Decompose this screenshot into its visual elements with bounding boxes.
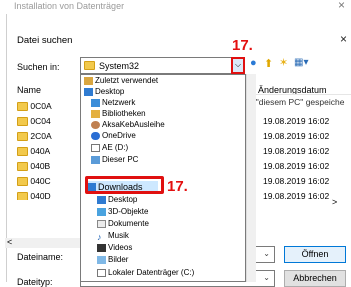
folder-icon xyxy=(17,132,28,142)
dropdown-item-music[interactable]: ♪ Musik xyxy=(97,231,129,242)
file-date: 19.08.2019 16:02 xyxy=(263,191,330,200)
file-row[interactable]: 2C0A xyxy=(17,131,52,142)
folder-icon xyxy=(17,102,28,112)
file-row[interactable]: 0C0A xyxy=(17,101,52,112)
dropdown-item-desktop-2[interactable]: Desktop xyxy=(97,195,137,205)
dropdown-item-drive-c[interactable]: Lokaler Datenträger (C:) xyxy=(97,268,194,278)
folder-icon xyxy=(17,147,28,157)
open-button[interactable]: Öffnen xyxy=(284,246,346,263)
file-date: 19.08.2019 16:02 xyxy=(263,146,330,156)
dialog-title: Datei suchen xyxy=(17,35,73,46)
cancel-button[interactable]: Abbrechen xyxy=(284,270,346,287)
outer-window-title: Installation von Datenträger xyxy=(14,0,351,13)
file-date: 19.08.2019 16:02 xyxy=(263,116,330,126)
recent-icon xyxy=(84,76,93,85)
file-row[interactable]: 040A xyxy=(17,146,50,157)
dropdown-item-desktop[interactable]: Desktop xyxy=(84,87,124,97)
folder-icon xyxy=(84,61,95,70)
library-icon xyxy=(91,109,100,118)
dialog-close-button[interactable]: × xyxy=(340,32,347,46)
file-row[interactable]: 040B xyxy=(17,161,50,172)
folder-icon xyxy=(17,177,28,187)
dropdown-item-this-pc[interactable]: Dieser PC xyxy=(91,155,138,165)
cloud-icon xyxy=(91,131,100,140)
drive-icon xyxy=(97,268,106,277)
dropdown-item-documents[interactable]: Dokumente xyxy=(97,219,149,229)
documents-icon xyxy=(97,219,106,228)
lookin-dropdown-button[interactable]: ⌵ xyxy=(231,57,245,74)
lookin-combo[interactable]: System32 xyxy=(80,57,238,74)
dropdown-item-recent[interactable]: Zuletzt verwendet xyxy=(84,76,158,86)
folder-icon xyxy=(17,192,28,200)
file-row[interactable]: 0C04 xyxy=(17,116,51,127)
dropdown-item-libraries[interactable]: Bibliotheken xyxy=(91,109,146,119)
up-folder-icon[interactable]: ⬆ xyxy=(264,57,273,70)
downloads-highlight-box xyxy=(85,176,164,194)
desktop-icon xyxy=(97,195,106,204)
file-date: 19.08.2019 16:02 xyxy=(263,176,330,186)
dropdown-item-pictures[interactable]: Bilder xyxy=(97,255,128,265)
filename-label: Dateiname: xyxy=(17,252,64,262)
folder-icon xyxy=(17,162,28,172)
pictures-icon xyxy=(97,255,106,264)
video-icon xyxy=(97,243,106,252)
column-name-header[interactable]: Name xyxy=(17,85,41,95)
scroll-right-icon[interactable]: > xyxy=(332,197,337,207)
dropdown-item-network[interactable]: Netzwerk xyxy=(91,98,135,108)
dropdown-item-videos[interactable]: Videos xyxy=(97,243,132,253)
chevron-down-icon[interactable]: ⌄ xyxy=(263,273,270,282)
dropdown-item-3d-objects[interactable]: 3D-Objekte xyxy=(97,207,148,217)
new-folder-icon[interactable]: ✶ xyxy=(279,56,288,69)
dropdown-item-drive-d[interactable]: AE (D:) xyxy=(91,143,128,153)
outer-close-button[interactable]: × xyxy=(338,0,345,12)
file-date: 19.08.2019 16:02 xyxy=(263,161,330,171)
file-row[interactable]: 040D xyxy=(17,191,51,200)
file-row[interactable]: 040C xyxy=(17,176,51,187)
pc-icon xyxy=(91,155,100,164)
header-divider xyxy=(250,94,351,95)
music-icon: ♪ xyxy=(97,231,102,242)
back-icon[interactable]: ● xyxy=(250,57,257,69)
view-menu-icon[interactable]: ▦▾ xyxy=(294,57,308,68)
user-icon xyxy=(91,120,100,129)
filetype-label: Dateityp: xyxy=(17,277,53,287)
dropdown-scrollbar[interactable] xyxy=(246,74,256,282)
dropdown-item-user[interactable]: AksaKebAusleihe xyxy=(91,120,165,130)
3d-icon xyxy=(97,207,106,216)
step-annotation: 17. xyxy=(232,37,253,54)
file-date: 19.08.2019 16:02 xyxy=(263,131,330,141)
dropdown-item-onedrive[interactable]: OneDrive xyxy=(91,131,136,141)
chevron-down-icon: ⌵ xyxy=(234,60,242,69)
desktop-icon xyxy=(84,87,93,96)
network-icon xyxy=(91,98,100,107)
folder-icon xyxy=(17,117,28,127)
lookin-value: System32 xyxy=(99,61,140,71)
lookin-label: Suchen in: xyxy=(17,62,60,72)
step-annotation-downloads: 17. xyxy=(167,178,188,195)
chevron-down-icon[interactable]: ⌄ xyxy=(263,249,270,258)
scroll-left-icon[interactable]: < xyxy=(7,237,12,247)
info-text: f "diesem PC" gespeiche xyxy=(251,97,345,107)
drive-icon xyxy=(91,143,100,152)
